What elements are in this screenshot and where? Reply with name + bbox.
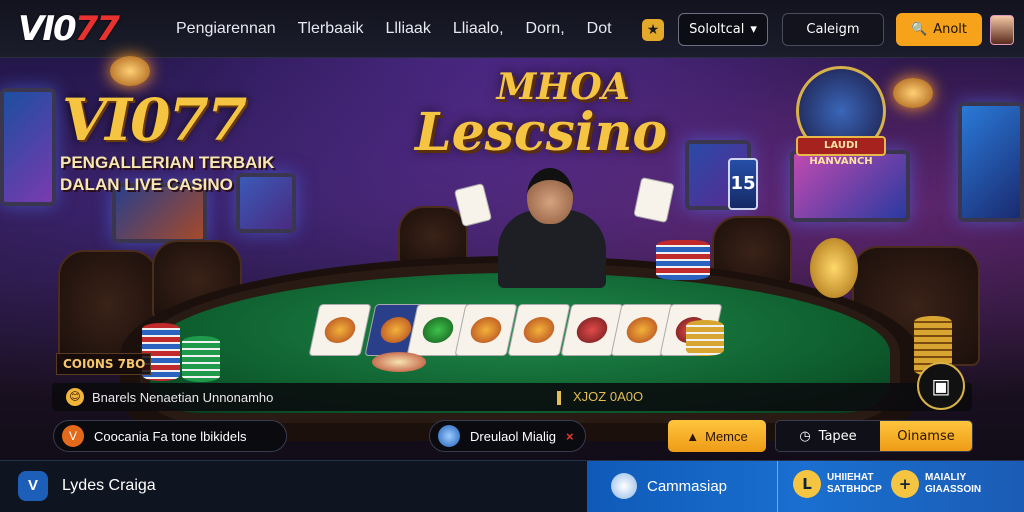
shield-icon: V [18,471,48,501]
footer-bar: V Lydes Craiga Cammasiap L UHIIEHAT SATB… [0,460,1024,512]
chip-single [372,352,426,372]
register-button[interactable]: Oinamse [880,421,972,451]
hero-logo: VI077 [62,86,247,154]
footer-brand[interactable]: V Lydes Craiga [18,471,156,501]
footer-badge-2-line1: MAIALIY [925,472,967,483]
login-button[interactable]: Caleigm [782,13,884,46]
chevron-down-icon: ▾ [750,22,757,37]
hero-tagline: PENGALLERIAN TERBAIK DALAN LIVE CASINO [60,152,274,196]
badge-l-icon: L [793,470,821,498]
footer-badge-2[interactable]: + MAIALIY GIAASSOIN [891,470,981,498]
campaign-link-label: Cammasiap [647,477,728,495]
home-icon: ▲ [686,428,700,444]
casino-title: MHOA Lescsino [415,68,667,160]
footer-badge-1-text: UHIIEHAT SATBHDCP [827,472,882,496]
site-logo[interactable]: VI077 [18,9,138,49]
smile-icon: 😊 [66,388,84,406]
logo-prefix: VI0 [18,8,77,49]
info-bar-code-value: XJOZ 0A0O [573,389,644,405]
footer-divider [777,461,778,512]
register-combo: ◷ Tapee Oinamse [775,420,973,452]
promo-pill[interactable]: V Coocania Fa tone lbikidels [53,420,287,452]
top-header: VI077 Pengiarennan Tlerbaaik Llliaak Lli… [0,0,1024,58]
language-select[interactable]: Sololtcal ▾ [678,13,768,46]
campaign-link[interactable]: Cammasiap [611,473,727,499]
chip-stack-4 [686,320,724,356]
floating-action-button[interactable]: ▣ [917,362,965,410]
main-nav: Pengiarennan Tlerbaaik Llliaak Lliaalo, … [176,20,634,38]
footer-badge-1-line1: UHIIEHAT [827,472,874,483]
language-select-label: Sololtcal [689,22,745,37]
nav-item-2[interactable]: Tlerbaaik [298,20,364,38]
search-button[interactable]: 🔍 Anolt [896,13,982,46]
download-pill-label: Dreulaol Mialig [470,428,556,444]
globe-icon [438,425,460,447]
footer-badge-1-line2: SATBHDCP [827,484,882,495]
header-actions: ★ Sololtcal ▾ Caleigm 🔍 Anolt [642,13,1014,46]
clock-icon: ◷ [799,428,811,444]
home-button[interactable]: ▲ Memce [668,420,766,452]
nav-item-6[interactable]: Dot [587,20,612,38]
chandelier-left [110,56,150,86]
info-bar-text: Bnarels Nenaetian Unnonamho [92,389,274,405]
footer-panel: Cammasiap L UHIIEHAT SATBHDCP + MAIALIY … [587,461,1024,512]
info-bar-code: XJOZ 0A0O [557,389,643,405]
type-button[interactable]: ◷ Tapee [776,421,880,451]
hero-tagline-line2: DALAN LIVE CASINO [60,175,233,194]
footer-brand-label: Lydes Craiga [62,477,156,494]
chip-stack-3 [656,240,710,280]
host-badge-label: LAUDI HANVANCH [796,136,886,167]
type-button-label: Tapee [818,428,857,444]
footer-badge-2-line2: GIAASSOIN [925,484,982,495]
table-card-1 [308,304,372,356]
chip-info-label: COI0NS 7BO [56,353,151,375]
search-icon: 🔍 [911,22,928,37]
gold-coin [810,238,858,298]
promo-pill-label: Coocania Fa tone lbikidels [94,428,247,444]
floating-card-right [633,176,675,224]
divider-icon [557,390,561,405]
close-icon[interactable]: × [566,429,574,444]
download-pill[interactable]: Dreulaol Mialig × [429,420,586,452]
promo-icon[interactable]: ★ [642,18,664,41]
logo-suffix: 77 [74,8,120,49]
info-bar: 😊 Bnarels Nenaetian Unnonamho XJOZ 0A0O [52,383,972,411]
chandelier-right [893,78,933,108]
coin-icon: V [62,425,84,447]
chip-stack-2 [182,336,220,382]
casino-title-top: MHOA [496,66,630,108]
hero-tagline-line1: PENGALLERIAN TERBAIK [60,153,275,172]
footer-badge-2-text: MAIALIY GIAASSOIN [925,472,981,496]
far-right-screen [958,102,1024,222]
dealer-head [527,168,573,224]
avatar[interactable] [990,14,1014,45]
globe-icon [611,473,637,499]
table-number-sign: 15 [728,158,758,210]
footer-badge-1[interactable]: L UHIIEHAT SATBHDCP [793,470,882,498]
casino-title-main: Lescsino [415,102,668,163]
home-button-label: Memce [705,428,748,444]
search-button-label: Anolt [933,22,967,37]
casino-landing-page: VI077 Pengiarennan Tlerbaaik Llliaak Lli… [0,0,1024,512]
cabinet-icon: ▣ [931,374,951,398]
plus-icon: + [891,470,919,498]
nav-item-5[interactable]: Dorn, [526,20,565,38]
left-screen [0,88,56,206]
nav-item-4[interactable]: Lliaalo, [453,20,504,38]
nav-item-3[interactable]: Llliaak [385,20,430,38]
nav-item-1[interactable]: Pengiarennan [176,20,276,38]
